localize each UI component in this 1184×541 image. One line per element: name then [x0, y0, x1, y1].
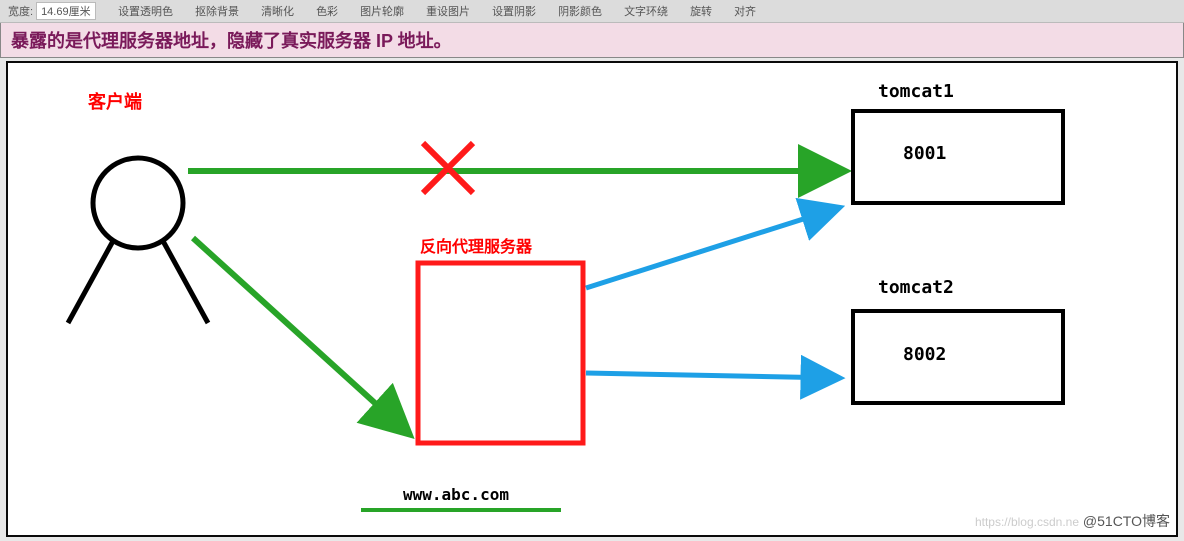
tomcat2-port: 8002	[903, 344, 946, 365]
toolbar-width: 宽度: 14.69厘米	[8, 2, 96, 20]
tomcat1-box	[853, 111, 1063, 203]
proxy-label: 反向代理服务器	[420, 233, 532, 257]
tomcat1-port: 8001	[903, 143, 946, 164]
tomcat2-label: tomcat2	[878, 277, 954, 298]
toolbar-item[interactable]: 图片轮廓	[360, 3, 404, 19]
toolbar-item[interactable]: 阴影颜色	[558, 3, 602, 19]
toolbar-width-label: 宽度:	[8, 3, 33, 19]
toolbar-item[interactable]: 重设图片	[426, 3, 470, 19]
toolbar-item[interactable]: 文字环绕	[624, 3, 668, 19]
toolbar-item[interactable]: 设置阴影	[492, 3, 536, 19]
arrow-proxy-to-tomcat1	[586, 208, 838, 288]
arrow-client-to-proxy	[193, 238, 408, 433]
toolbar-width-value: 14.69厘米	[36, 2, 96, 20]
toolbar-item[interactable]: 对齐	[734, 3, 756, 19]
domain-underline	[361, 508, 561, 512]
proxy-domain: www.abc.com	[403, 485, 509, 504]
toolbar: 宽度: 14.69厘米 设置透明色 抠除背景 清晰化 色彩 图片轮廓 重设图片 …	[0, 0, 1184, 23]
headline-text: 暴露的是代理服务器地址，隐藏了真实服务器 IP 地址。	[11, 27, 452, 53]
client-label: 客户端	[88, 88, 142, 114]
toolbar-item[interactable]: 抠除背景	[195, 3, 239, 19]
tomcat1-label: tomcat1	[878, 81, 954, 102]
arrow-proxy-to-tomcat2	[586, 373, 838, 378]
toolbar-item[interactable]: 色彩	[316, 3, 338, 19]
diagram-svg	[8, 63, 1176, 535]
client-icon	[68, 158, 208, 323]
toolbar-item[interactable]: 旋转	[690, 3, 712, 19]
toolbar-item[interactable]: 清晰化	[261, 3, 294, 19]
watermark: https://blog.csdn.ne @51CTO博客	[975, 511, 1170, 531]
toolbar-item[interactable]: 设置透明色	[118, 3, 173, 19]
diagram-canvas: 客户端 反向代理服务器 tomcat1 tomcat2 8001 8002 ww…	[6, 61, 1178, 537]
headline-bar: 暴露的是代理服务器地址，隐藏了真实服务器 IP 地址。	[0, 23, 1184, 58]
watermark-text: @51CTO博客	[1083, 513, 1170, 529]
tomcat2-box	[853, 311, 1063, 403]
proxy-box	[418, 263, 583, 443]
watermark-faint: https://blog.csdn.ne	[975, 515, 1079, 529]
